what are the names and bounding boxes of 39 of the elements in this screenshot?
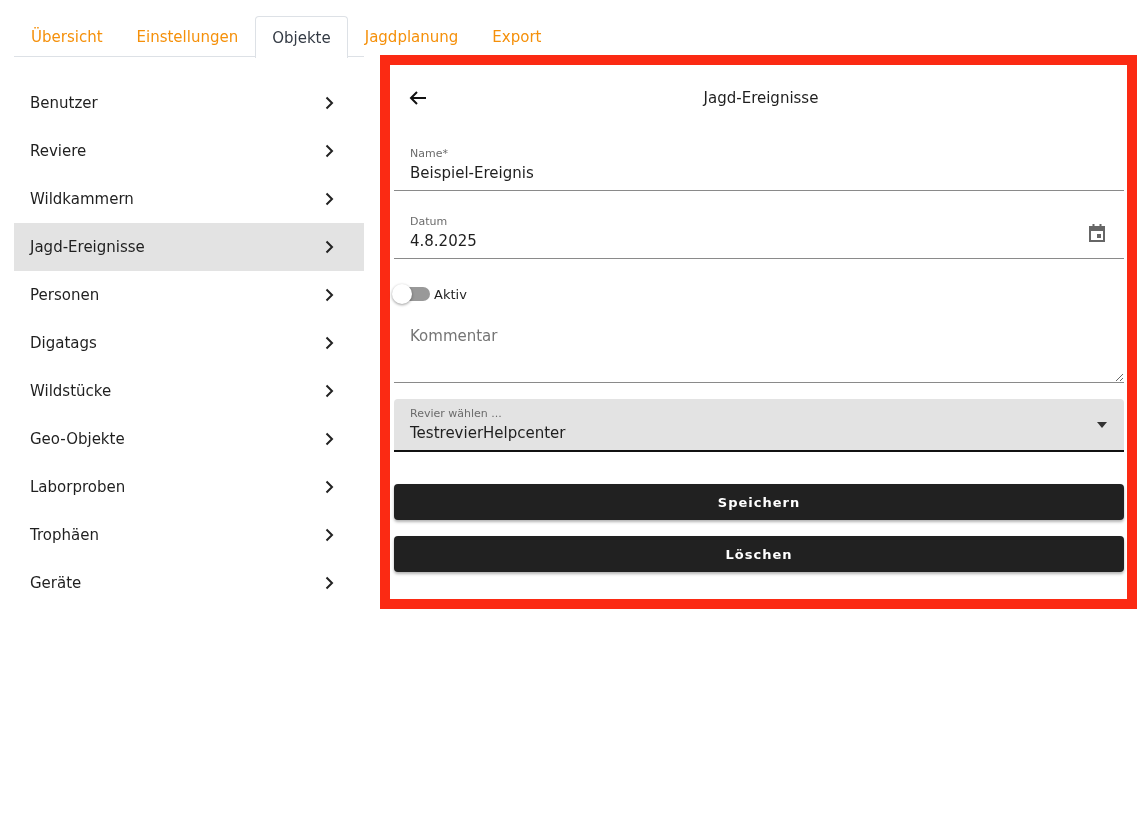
sidebar-item[interactable]: Personen <box>14 271 364 319</box>
sidebar-item-label: Geo-Objekte <box>30 430 125 448</box>
sidebar-item[interactable]: Geo-Objekte <box>14 415 364 463</box>
sidebar-item[interactable]: Benutzer <box>14 79 364 127</box>
sidebar-item-label: Geräte <box>30 574 82 592</box>
sidebar-item[interactable]: Jagd-Ereignisse <box>14 223 364 271</box>
dropdown-caret-icon <box>1096 420 1108 429</box>
sidebar-item-label: Digatags <box>30 334 97 352</box>
toggle-switch[interactable] <box>394 287 430 301</box>
form-title: Jagd-Ereignisse <box>701 89 820 107</box>
sidebar-item-label: Trophäen <box>30 526 99 544</box>
area-select[interactable]: Revier wählen ... TestrevierHelpcenter <box>394 399 1124 452</box>
sidebar-item-label: Jagd-Ereignisse <box>30 238 145 256</box>
sidebar-item-label: Laborproben <box>30 478 126 496</box>
action-button[interactable]: Löschen <box>394 536 1124 572</box>
sidebar-item[interactable]: Geräte <box>14 559 364 607</box>
field-label: Datum <box>410 215 449 228</box>
action-button[interactable]: Speichern <box>394 484 1124 520</box>
tab[interactable]: Objekte <box>255 16 348 58</box>
sidebar-item[interactable]: Laborproben <box>14 463 364 511</box>
toggle-label: Aktiv <box>434 286 467 302</box>
field-label: Revier wählen ... <box>410 407 503 420</box>
sidebar-item-label: Personen <box>30 286 100 304</box>
sidebar-item[interactable]: Trophäen <box>14 511 364 559</box>
field-value: 4.8.2025 <box>410 232 478 250</box>
sidebar-item-label: Wildkammern <box>30 190 134 208</box>
sidebar-item-label: Wildstücke <box>30 382 112 400</box>
sidebar-item[interactable]: Wildkammern <box>14 175 364 223</box>
name-field[interactable]: Name* Beispiel-Ereignis <box>394 131 1124 191</box>
field-value: TestrevierHelpcenter <box>410 424 567 442</box>
sidebar-item[interactable]: Wildstücke <box>14 367 364 415</box>
sidebar-item[interactable]: Reviere <box>14 127 364 175</box>
date-field[interactable]: Datum 4.8.2025 <box>394 199 1124 259</box>
sidebar-item[interactable]: Digatags <box>14 319 364 367</box>
sidebar-item-label: Reviere <box>30 142 87 160</box>
sidebar-item-label: Benutzer <box>30 94 98 112</box>
field-value: Beispiel-Ereignis <box>410 164 535 182</box>
field-label: Name* <box>410 147 449 160</box>
calendar-icon[interactable] <box>1086 221 1108 244</box>
